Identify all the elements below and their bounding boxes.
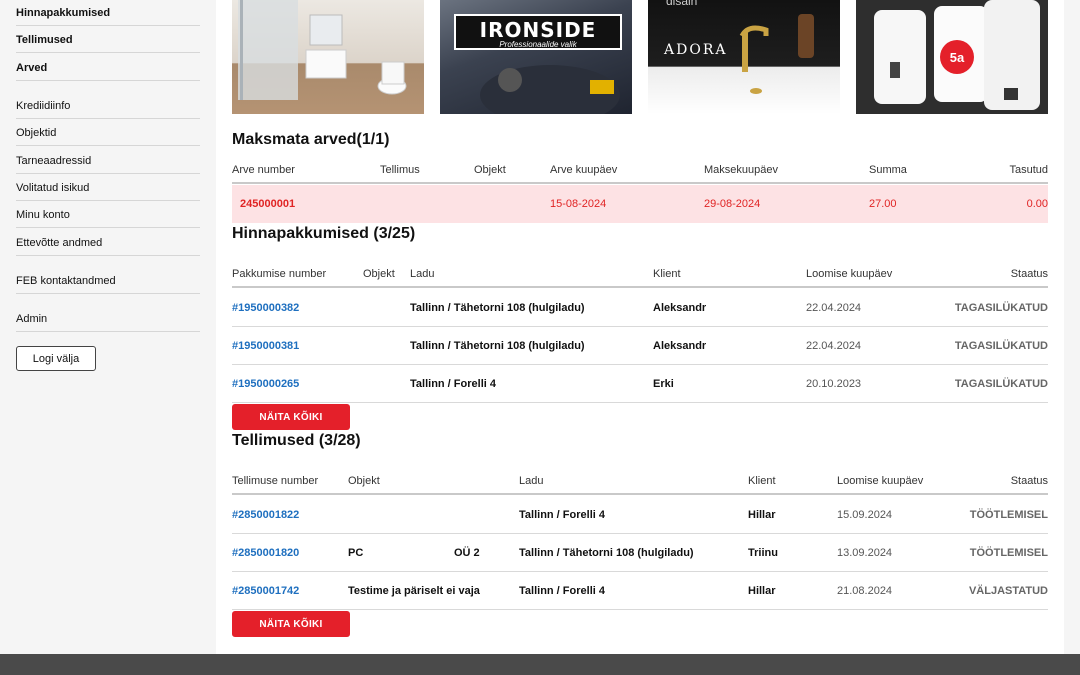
sidebar-item-orders[interactable]: Tellimused — [16, 34, 200, 53]
quote-status: TAGASILÜKATUD — [954, 377, 1048, 390]
col-created-date: Loomise kuupäev — [806, 268, 893, 280]
order-client: Hillar — [748, 584, 776, 597]
quote-warehouse: Tallinn / Tähetorni 108 (hulgiladu) — [410, 301, 585, 314]
orders-table-header: Tellimuse number Objekt Ladu Klient Loom… — [232, 469, 1048, 495]
table-row[interactable]: #1950000382 Tallinn / Tähetorni 108 (hul… — [232, 289, 1048, 327]
sidebar-item-company-data[interactable]: Ettevõtte andmed — [16, 237, 200, 256]
col-order: Tellimus — [380, 164, 420, 176]
sidebar-item-feb-contacts[interactable]: FEB kontaktandmed — [16, 275, 200, 294]
table-row[interactable]: #1950000381 Tallinn / Tähetorni 108 (hul… — [232, 327, 1048, 365]
sidebar-item-objects[interactable]: Objektid — [16, 127, 200, 146]
quote-client: Aleksandr — [653, 339, 707, 352]
quote-date: 22.04.2024 — [806, 339, 862, 352]
order-client: Hillar — [748, 508, 776, 521]
quote-date: 20.10.2023 — [806, 377, 862, 390]
col-client: Klient — [653, 268, 681, 280]
banner-ironside[interactable]: IRONSIDE Professionaalide valik — [440, 0, 632, 114]
col-client: Klient — [748, 475, 776, 487]
quote-status: TAGASILÜKATUD — [954, 301, 1048, 314]
guarantee-badge: 5a — [940, 40, 974, 74]
bathroom-image — [238, 0, 407, 100]
quote-client: Aleksandr — [653, 301, 707, 314]
order-date: 15.09.2024 — [837, 508, 893, 521]
sidebar: Hinnapakkumised Tellimused Arved Krediid… — [0, 0, 216, 654]
col-sum: Summa — [869, 164, 907, 176]
main-content: IRONSIDE Professionaalide valik disain A… — [216, 0, 1064, 654]
invoice-date: 15-08-2024 — [550, 198, 607, 210]
col-created-date: Loomise kuupäev — [837, 475, 924, 487]
quote-warehouse: Tallinn / Tähetorni 108 (hulgiladu) — [410, 339, 585, 352]
footer — [0, 654, 1080, 675]
order-status: TÖÖTLEMISEL — [969, 546, 1048, 559]
col-order-number: Tellimuse number — [232, 475, 319, 487]
quotes-title: Hinnapakkumised (3/25) — [232, 225, 416, 242]
show-all-quotes-button[interactable]: NÄITA KÕIKI — [232, 404, 350, 430]
invoice-row[interactable]: 245000001 15-08-2024 29-08-2024 27.00 0.… — [232, 185, 1048, 223]
col-object: Objekt — [348, 475, 380, 487]
invoice-number[interactable]: 245000001 — [240, 198, 295, 210]
col-invoice-number: Arve number — [232, 164, 295, 176]
sidebar-item-quotes[interactable]: Hinnapakkumised — [16, 7, 200, 26]
banner-water-heaters[interactable]: 5a — [856, 0, 1048, 114]
quote-number-link[interactable]: #1950000381 — [232, 340, 299, 352]
order-status: VÄLJASTATUD — [968, 584, 1048, 597]
sidebar-item-admin[interactable]: Admin — [16, 313, 200, 332]
table-row[interactable]: #2850001822 Tallinn / Forelli 4 Hillar 1… — [232, 496, 1048, 534]
col-due-date: Maksekuupäev — [704, 164, 778, 176]
quote-number-link[interactable]: #1950000382 — [232, 302, 299, 314]
quote-number-link[interactable]: #1950000265 — [232, 378, 299, 390]
sidebar-item-delivery-addresses[interactable]: Tarneaadressid — [16, 155, 200, 174]
col-quote-number: Pakkumise number — [232, 268, 327, 280]
col-paid: Tasutud — [1009, 164, 1048, 176]
order-warehouse: Tallinn / Tähetorni 108 (hulgiladu) — [519, 546, 694, 559]
show-all-orders-button[interactable]: NÄITA KÕIKI — [232, 611, 350, 637]
col-warehouse: Ladu — [519, 475, 544, 487]
quote-warehouse: Tallinn / Forelli 4 — [410, 377, 496, 390]
sidebar-item-invoices[interactable]: Arved — [16, 62, 200, 81]
banner-adora[interactable]: disain ADORA — [648, 0, 840, 114]
quotes-table-header: Pakkumise number Objekt Ladu Klient Loom… — [232, 262, 1048, 288]
col-status: Staatus — [1010, 475, 1048, 487]
order-number-link[interactable]: #2850001742 — [232, 585, 299, 597]
table-row[interactable]: #2850001820 PC OÜ 2 Tallinn / Tähetorni … — [232, 534, 1048, 572]
banner-bathroom[interactable] — [232, 0, 424, 114]
order-object: PC — [348, 546, 364, 559]
invoice-sum: 27.00 — [869, 198, 897, 210]
logout-button[interactable]: Logi välja — [16, 346, 96, 371]
col-object: Objekt — [363, 268, 395, 280]
order-number-link[interactable]: #2850001822 — [232, 509, 299, 521]
order-date: 13.09.2024 — [837, 546, 893, 559]
quote-date: 22.04.2024 — [806, 301, 862, 314]
faucet-image — [739, 14, 814, 94]
invoice-paid: 0.00 — [1026, 198, 1048, 210]
table-row[interactable]: #1950000265 Tallinn / Forelli 4 Erki 20.… — [232, 365, 1048, 403]
worker-image — [480, 65, 620, 114]
quote-client: Erki — [653, 377, 674, 390]
sidebar-item-credit-info[interactable]: Krediidiinfo — [16, 100, 200, 119]
invoice-due-date: 29-08-2024 — [704, 198, 761, 210]
quote-status: TAGASILÜKATUD — [954, 339, 1048, 352]
right-gutter — [1064, 0, 1080, 654]
col-invoice-date: Arve kuupäev — [550, 164, 618, 176]
order-object-extra: OÜ 2 — [454, 546, 480, 559]
invoices-table-header: Arve number Tellimus Objekt Arve kuupäev… — [232, 158, 1048, 184]
sidebar-item-my-account[interactable]: Minu konto — [16, 209, 200, 228]
order-number-link[interactable]: #2850001820 — [232, 547, 299, 559]
order-warehouse: Tallinn / Forelli 4 — [519, 584, 605, 597]
col-warehouse: Ladu — [410, 268, 435, 280]
invoices-title: Maksmata arved(1/1) — [232, 131, 390, 148]
col-status: Staatus — [1010, 268, 1048, 280]
orders-title: Tellimused (3/28) — [232, 432, 361, 449]
order-warehouse: Tallinn / Forelli 4 — [519, 508, 605, 521]
order-client: Triinu — [748, 546, 778, 559]
order-date: 21.08.2024 — [837, 584, 893, 597]
table-row[interactable]: #2850001742 Testime ja päriselt ei vaja … — [232, 572, 1048, 610]
order-object: Testime ja päriselt ei vaja — [348, 584, 480, 597]
sidebar-item-authorized-persons[interactable]: Volitatud isikud — [16, 182, 200, 201]
order-status: TÖÖTLEMISEL — [969, 508, 1048, 521]
col-object: Objekt — [474, 164, 506, 176]
